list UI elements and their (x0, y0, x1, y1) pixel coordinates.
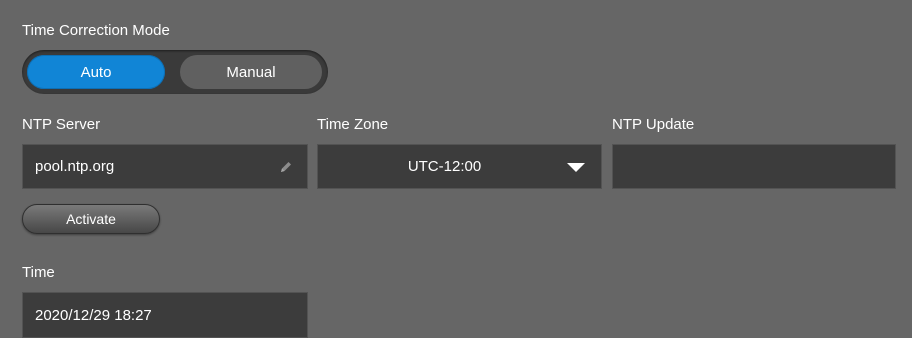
ntp-update-label: NTP Update (612, 116, 695, 133)
time-zone-value: UTC-12:00 (407, 158, 482, 175)
ntp-server-value: pool.ntp.org (35, 158, 115, 175)
time-label: Time (22, 264, 55, 281)
mode-manual-button[interactable]: Manual (180, 55, 322, 89)
time-correction-mode-switch: Auto Manual (22, 50, 328, 94)
ntp-update-field[interactable] (612, 144, 896, 189)
caret-down-icon[interactable] (567, 162, 585, 172)
ntp-server-input[interactable]: pool.ntp.org (22, 144, 308, 189)
ntp-server-label: NTP Server (22, 116, 101, 133)
time-field[interactable]: 2020/12/29 18:27 (22, 292, 308, 338)
time-zone-label: Time Zone (317, 116, 389, 133)
pencil-icon[interactable] (279, 160, 293, 174)
mode-auto-button[interactable]: Auto (27, 55, 165, 89)
time-correction-mode-label: Time Correction Mode (22, 22, 170, 39)
time-value: 2020/12/29 18:27 (35, 306, 152, 324)
time-zone-select[interactable]: UTC-12:00 (317, 144, 602, 189)
activate-button[interactable]: Activate (22, 204, 160, 234)
